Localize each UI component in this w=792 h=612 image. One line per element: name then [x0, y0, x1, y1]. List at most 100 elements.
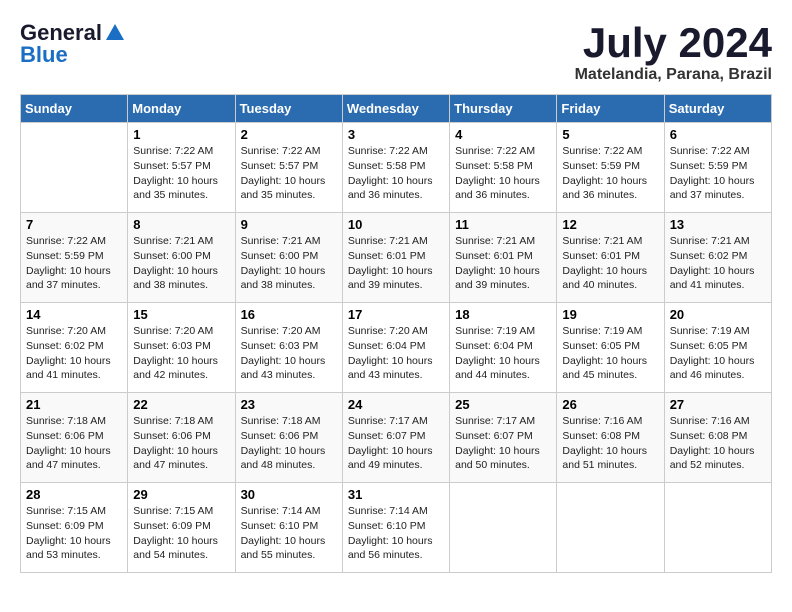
calendar-cell: 22 Sunrise: 7:18 AMSunset: 6:06 PMDayligh…: [128, 393, 235, 483]
calendar-cell: 13 Sunrise: 7:21 AMSunset: 6:02 PMDayligh…: [664, 213, 771, 303]
calendar-cell: 26Sunrise: 7:16 AMSunset: 6:08 PMDayligh…: [557, 393, 664, 483]
day-info: Sunrise: 7:22 AMSunset: 5:58 PMDaylight:…: [455, 144, 551, 203]
location-title: Matelandia, Parana, Brazil: [575, 66, 772, 84]
calendar-cell: 2 Sunrise: 7:22 AMSunset: 5:57 PMDaylight…: [235, 123, 342, 213]
calendar-cell: 25 Sunrise: 7:17 AMSunset: 6:07 PMDayligh…: [450, 393, 557, 483]
calendar-cell: 3 Sunrise: 7:22 AMSunset: 5:58 PMDaylight…: [342, 123, 449, 213]
column-header-friday: Friday: [557, 95, 664, 123]
calendar-cell: 23 Sunrise: 7:18 AMSunset: 6:06 PMDayligh…: [235, 393, 342, 483]
day-info: Sunrise: 7:22 AMSunset: 5:58 PMDaylight:…: [348, 144, 444, 203]
day-number: 28: [26, 487, 122, 502]
calendar-cell: 15Sunrise: 7:20 AMSunset: 6:03 PMDayligh…: [128, 303, 235, 393]
calendar-cell: [21, 123, 128, 213]
column-header-thursday: Thursday: [450, 95, 557, 123]
day-number: 29: [133, 487, 229, 502]
calendar-cell: 4Sunrise: 7:22 AMSunset: 5:58 PMDaylight…: [450, 123, 557, 213]
day-info: Sunrise: 7:19 AMSunset: 6:05 PMDaylight:…: [670, 324, 766, 383]
day-info: Sunrise: 7:17 AMSunset: 6:07 PMDaylight:…: [455, 414, 551, 473]
day-info: Sunrise: 7:19 AMSunset: 6:04 PMDaylight:…: [455, 324, 551, 383]
calendar-cell: [557, 483, 664, 573]
day-number: 16: [241, 307, 337, 322]
day-info: Sunrise: 7:19 AMSunset: 6:05 PMDaylight:…: [562, 324, 658, 383]
column-header-wednesday: Wednesday: [342, 95, 449, 123]
title-area: July 2024 Matelandia, Parana, Brazil: [575, 20, 772, 84]
day-info: Sunrise: 7:21 AMSunset: 6:01 PMDaylight:…: [455, 234, 551, 293]
day-info: Sunrise: 7:22 AMSunset: 5:57 PMDaylight:…: [133, 144, 229, 203]
day-info: Sunrise: 7:21 AMSunset: 6:02 PMDaylight:…: [670, 234, 766, 293]
calendar-cell: 7Sunrise: 7:22 AMSunset: 5:59 PMDaylight…: [21, 213, 128, 303]
day-info: Sunrise: 7:21 AMSunset: 6:01 PMDaylight:…: [348, 234, 444, 293]
day-info: Sunrise: 7:22 AMSunset: 5:59 PMDaylight:…: [562, 144, 658, 203]
day-info: Sunrise: 7:18 AMSunset: 6:06 PMDaylight:…: [241, 414, 337, 473]
day-info: Sunrise: 7:21 AMSunset: 6:00 PMDaylight:…: [241, 234, 337, 293]
page-header: General Blue July 2024 Matelandia, Paran…: [20, 20, 772, 84]
day-info: Sunrise: 7:15 AMSunset: 6:09 PMDaylight:…: [133, 504, 229, 563]
logo-icon: [104, 22, 126, 44]
day-number: 24: [348, 397, 444, 412]
calendar-week-row: 7Sunrise: 7:22 AMSunset: 5:59 PMDaylight…: [21, 213, 772, 303]
calendar-cell: 9Sunrise: 7:21 AMSunset: 6:00 PMDaylight…: [235, 213, 342, 303]
calendar-week-row: 21 Sunrise: 7:18 AMSunset: 6:06 PMDayligh…: [21, 393, 772, 483]
day-number: 1: [133, 127, 229, 142]
day-number: 31: [348, 487, 444, 502]
day-number: 20: [670, 307, 766, 322]
day-info: Sunrise: 7:20 AMSunset: 6:02 PMDaylight:…: [26, 324, 122, 383]
calendar-cell: 24 Sunrise: 7:17 AMSunset: 6:07 PMDayligh…: [342, 393, 449, 483]
day-info: Sunrise: 7:17 AMSunset: 6:07 PMDaylight:…: [348, 414, 444, 473]
day-number: 8: [133, 217, 229, 232]
calendar-cell: 16 Sunrise: 7:20 AMSunset: 6:03 PMDayligh…: [235, 303, 342, 393]
day-number: 30: [241, 487, 337, 502]
day-info: Sunrise: 7:16 AMSunset: 6:08 PMDaylight:…: [670, 414, 766, 473]
day-info: Sunrise: 7:21 AMSunset: 6:00 PMDaylight:…: [133, 234, 229, 293]
day-number: 19: [562, 307, 658, 322]
day-number: 17: [348, 307, 444, 322]
calendar-cell: [664, 483, 771, 573]
calendar-table: SundayMondayTuesdayWednesdayThursdayFrid…: [20, 94, 772, 573]
logo-blue-text: Blue: [20, 42, 68, 68]
calendar-week-row: 14 Sunrise: 7:20 AMSunset: 6:02 PMDayligh…: [21, 303, 772, 393]
day-number: 18: [455, 307, 551, 322]
calendar-cell: 31 Sunrise: 7:14 AMSunset: 6:10 PMDayligh…: [342, 483, 449, 573]
day-number: 25: [455, 397, 551, 412]
calendar-cell: 10 Sunrise: 7:21 AMSunset: 6:01 PMDayligh…: [342, 213, 449, 303]
day-number: 26: [562, 397, 658, 412]
calendar-cell: 11Sunrise: 7:21 AMSunset: 6:01 PMDayligh…: [450, 213, 557, 303]
calendar-cell: 1 Sunrise: 7:22 AMSunset: 5:57 PMDaylight…: [128, 123, 235, 213]
calendar-cell: 6Sunrise: 7:22 AMSunset: 5:59 PMDaylight…: [664, 123, 771, 213]
day-info: Sunrise: 7:20 AMSunset: 6:04 PMDaylight:…: [348, 324, 444, 383]
calendar-cell: [450, 483, 557, 573]
day-info: Sunrise: 7:20 AMSunset: 6:03 PMDaylight:…: [133, 324, 229, 383]
day-number: 21: [26, 397, 122, 412]
month-title: July 2024: [575, 20, 772, 66]
day-info: Sunrise: 7:20 AMSunset: 6:03 PMDaylight:…: [241, 324, 337, 383]
calendar-cell: 19 Sunrise: 7:19 AMSunset: 6:05 PMDayligh…: [557, 303, 664, 393]
calendar-cell: 17 Sunrise: 7:20 AMSunset: 6:04 PMDayligh…: [342, 303, 449, 393]
day-number: 14: [26, 307, 122, 322]
calendar-cell: 14 Sunrise: 7:20 AMSunset: 6:02 PMDayligh…: [21, 303, 128, 393]
calendar-week-row: 28 Sunrise: 7:15 AMSunset: 6:09 PMDayligh…: [21, 483, 772, 573]
day-info: Sunrise: 7:22 AMSunset: 5:57 PMDaylight:…: [241, 144, 337, 203]
day-number: 10: [348, 217, 444, 232]
logo: General Blue: [20, 20, 126, 68]
calendar-cell: 12 Sunrise: 7:21 AMSunset: 6:01 PMDayligh…: [557, 213, 664, 303]
calendar-cell: 30 Sunrise: 7:14 AMSunset: 6:10 PMDayligh…: [235, 483, 342, 573]
day-info: Sunrise: 7:14 AMSunset: 6:10 PMDaylight:…: [241, 504, 337, 563]
day-info: Sunrise: 7:15 AMSunset: 6:09 PMDaylight:…: [26, 504, 122, 563]
day-number: 2: [241, 127, 337, 142]
column-header-saturday: Saturday: [664, 95, 771, 123]
day-number: 3: [348, 127, 444, 142]
day-info: Sunrise: 7:14 AMSunset: 6:10 PMDaylight:…: [348, 504, 444, 563]
day-number: 13: [670, 217, 766, 232]
day-info: Sunrise: 7:21 AMSunset: 6:01 PMDaylight:…: [562, 234, 658, 293]
calendar-week-row: 1 Sunrise: 7:22 AMSunset: 5:57 PMDaylight…: [21, 123, 772, 213]
column-header-tuesday: Tuesday: [235, 95, 342, 123]
day-info: Sunrise: 7:18 AMSunset: 6:06 PMDaylight:…: [133, 414, 229, 473]
calendar-cell: 18 Sunrise: 7:19 AMSunset: 6:04 PMDayligh…: [450, 303, 557, 393]
day-number: 12: [562, 217, 658, 232]
day-number: 6: [670, 127, 766, 142]
day-number: 23: [241, 397, 337, 412]
calendar-cell: 21 Sunrise: 7:18 AMSunset: 6:06 PMDayligh…: [21, 393, 128, 483]
calendar-header-row: SundayMondayTuesdayWednesdayThursdayFrid…: [21, 95, 772, 123]
day-number: 22: [133, 397, 229, 412]
day-info: Sunrise: 7:18 AMSunset: 6:06 PMDaylight:…: [26, 414, 122, 473]
